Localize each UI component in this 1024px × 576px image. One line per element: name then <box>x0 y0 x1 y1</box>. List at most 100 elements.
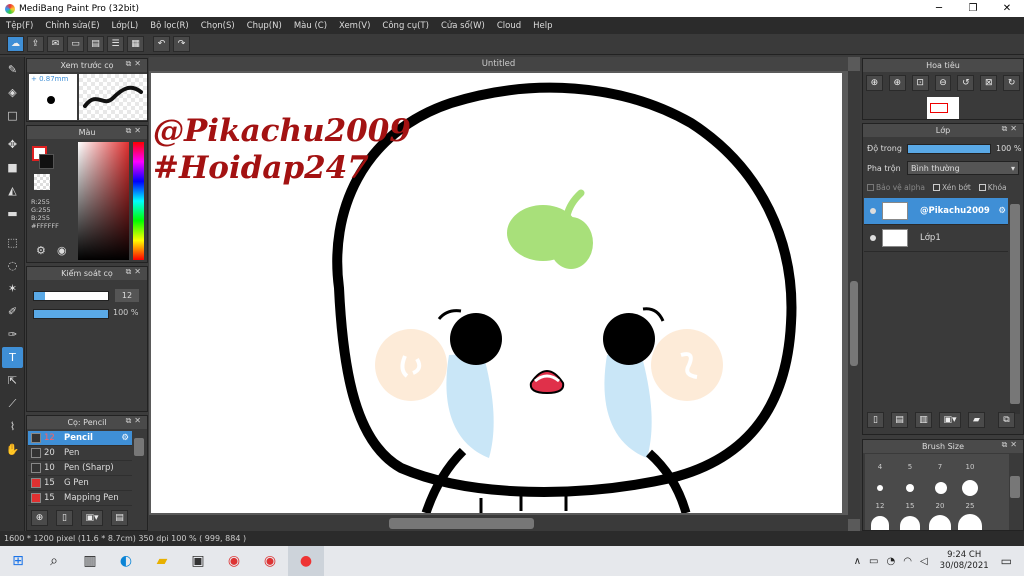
panel-controls-icon[interactable]: ⧉✕ <box>126 267 144 277</box>
network-icon[interactable]: ◔ <box>886 556 895 567</box>
brush-item-pen-sharp[interactable]: 10 Pen (Sharp) <box>28 461 132 476</box>
panel-controls-icon[interactable]: ⧉✕ <box>126 59 144 69</box>
menu-help[interactable]: Help <box>527 21 558 31</box>
menu-layer[interactable]: Lớp(L) <box>106 21 145 31</box>
zoom-in-alt-icon[interactable]: ⊕ <box>888 75 906 91</box>
lasso-tool-icon[interactable]: ◌ <box>2 255 23 276</box>
file-explorer-icon[interactable]: ▰ <box>144 546 180 576</box>
hand-tool-icon[interactable]: ✋ <box>2 439 23 460</box>
rotate-left-icon[interactable]: ↺ <box>957 75 975 91</box>
fit-icon[interactable]: ⊡ <box>911 75 929 91</box>
dot-tool-icon[interactable]: □ <box>2 105 23 126</box>
operation-tool-icon[interactable]: ⇱ <box>2 370 23 391</box>
brush-size-value[interactable]: 12 <box>115 289 139 302</box>
fill-rect-tool-icon[interactable]: ■ <box>2 157 23 178</box>
size-dot-12[interactable] <box>871 516 889 530</box>
close-button[interactable]: ✕ <box>990 0 1024 17</box>
share-icon[interactable]: ⇪ <box>27 36 44 52</box>
brush-opacity-slider[interactable] <box>33 309 109 319</box>
chrome-icon[interactable]: ◉ <box>216 546 252 576</box>
hue-slider[interactable] <box>133 142 144 260</box>
secondary-color-swatch[interactable] <box>39 154 54 169</box>
visibility-eye-icon[interactable] <box>870 208 876 214</box>
page-icon[interactable]: ▤ <box>87 36 104 52</box>
visibility-eye-icon[interactable] <box>870 235 876 241</box>
duplicate-layer-icon[interactable]: ⧉ <box>998 412 1015 428</box>
protect-alpha-checkbox[interactable]: Bảo vệ alpha <box>867 183 925 192</box>
navigator-viewport[interactable] <box>930 103 948 113</box>
eraser-tool-icon[interactable]: ◈ <box>2 82 23 103</box>
rotate-right-icon[interactable]: ↻ <box>1003 75 1021 91</box>
bucket-tool-icon[interactable]: ◭ <box>2 180 23 201</box>
document-tab[interactable]: Untitled <box>149 57 848 71</box>
vertical-scrollbar[interactable] <box>848 71 860 519</box>
menu-view[interactable]: Xem(V) <box>333 21 376 31</box>
eyedropper-tool-icon[interactable]: ⌇ <box>2 416 23 437</box>
brush-list-scrollbar[interactable] <box>134 438 144 456</box>
size-dot-7[interactable] <box>935 482 947 494</box>
magic-wand-tool-icon[interactable]: ✶ <box>2 278 23 299</box>
menu-cloud[interactable]: Cloud <box>491 21 527 31</box>
minimize-button[interactable]: ─ <box>922 0 956 17</box>
undo-icon[interactable]: ↶ <box>153 36 170 52</box>
medibang-taskbar-icon[interactable]: ● <box>288 546 324 576</box>
brush-size-slider[interactable] <box>33 291 109 301</box>
search-icon[interactable]: ⌕ <box>36 546 72 576</box>
select-tool-icon[interactable]: ⬚ <box>2 232 23 253</box>
add-brush-icon[interactable]: ⊕ <box>31 510 48 526</box>
select-eraser-tool-icon[interactable]: ✑ <box>2 324 23 345</box>
gear-icon[interactable]: ⚙ <box>121 433 129 443</box>
select-pen-tool-icon[interactable]: ✐ <box>2 301 23 322</box>
zoom-in-icon[interactable]: ⊕ <box>866 75 883 91</box>
panel-controls-icon[interactable]: ⧉✕ <box>1002 440 1020 450</box>
menu-tools[interactable]: Công cụ(T) <box>376 21 435 31</box>
brush-item-mapping-pen[interactable]: 15 Mapping Pen <box>28 491 132 506</box>
new-brush-icon[interactable]: ▯ <box>56 510 73 526</box>
gear-icon[interactable]: ⚙ <box>998 206 1006 216</box>
panel-controls-icon[interactable]: ⧉✕ <box>1002 124 1020 134</box>
brush-item-pen[interactable]: 20 Pen <box>28 446 132 461</box>
menu-color[interactable]: Màu (C) <box>288 21 333 31</box>
saturation-value-picker[interactable] <box>78 142 129 260</box>
brush-settings-icon[interactable]: ▤ <box>111 510 128 526</box>
layer-scrollbar[interactable] <box>1010 204 1020 414</box>
size-dot-5[interactable] <box>906 484 914 492</box>
panel-controls-icon[interactable]: ⧉✕ <box>126 416 144 426</box>
volume-icon[interactable]: ◁ <box>920 556 928 567</box>
menu-edit[interactable]: Chỉnh sửa(E) <box>39 21 105 31</box>
maximize-button[interactable]: ❐ <box>956 0 990 17</box>
move-tool-icon[interactable]: ✥ <box>2 134 23 155</box>
message-icon[interactable]: ▭ <box>67 36 84 52</box>
tray-chevron-up-icon[interactable]: ∧ <box>854 556 861 567</box>
brush-tool-icon[interactable]: ✎ <box>2 59 23 80</box>
gradient-tool-icon[interactable]: ▬ <box>2 203 23 224</box>
menu-select[interactable]: Chọn(S) <box>195 21 241 31</box>
menu-window[interactable]: Cửa sổ(W) <box>435 21 491 31</box>
size-dot-4[interactable] <box>877 485 883 491</box>
brush-size-scrollbar[interactable] <box>1010 476 1020 498</box>
clipping-checkbox[interactable]: Xén bớt <box>932 183 971 192</box>
menu-capture[interactable]: Chụp(N) <box>241 21 288 31</box>
brush-item-g-pen[interactable]: 15 G Pen <box>28 476 132 491</box>
edge-browser-icon[interactable]: ◐ <box>108 546 144 576</box>
notification-icon[interactable]: ▭ <box>1001 554 1012 568</box>
horizontal-scrollbar[interactable] <box>149 515 848 531</box>
redo-icon[interactable]: ↷ <box>173 36 190 52</box>
size-dot-20[interactable] <box>929 515 951 530</box>
comment-icon[interactable]: ✉ <box>47 36 64 52</box>
lock-checkbox[interactable]: Khóa <box>978 183 1007 192</box>
grid-icon[interactable]: ▦ <box>127 36 144 52</box>
new-8bit-layer-icon[interactable]: ▥ <box>915 412 932 428</box>
battery-icon[interactable]: ▭ <box>869 556 878 567</box>
task-view-icon[interactable]: ▥ <box>72 546 108 576</box>
palette-icon[interactable]: ⚙ <box>36 244 46 257</box>
chrome-profile-icon[interactable]: ◉ <box>252 546 288 576</box>
divide-tool-icon[interactable]: ⟋ <box>2 393 23 414</box>
size-dot-15[interactable] <box>900 516 920 530</box>
zoom-out-icon[interactable]: ⊖ <box>934 75 952 91</box>
brush-menu-icon[interactable]: ▣▾ <box>81 510 103 526</box>
folder-icon[interactable]: ▰ <box>968 412 985 428</box>
menu-filter[interactable]: Bộ lọc(R) <box>144 21 195 31</box>
store-icon[interactable]: ▣ <box>180 546 216 576</box>
layer-row[interactable]: @Pikachu2009 ⚙ <box>864 198 1008 225</box>
